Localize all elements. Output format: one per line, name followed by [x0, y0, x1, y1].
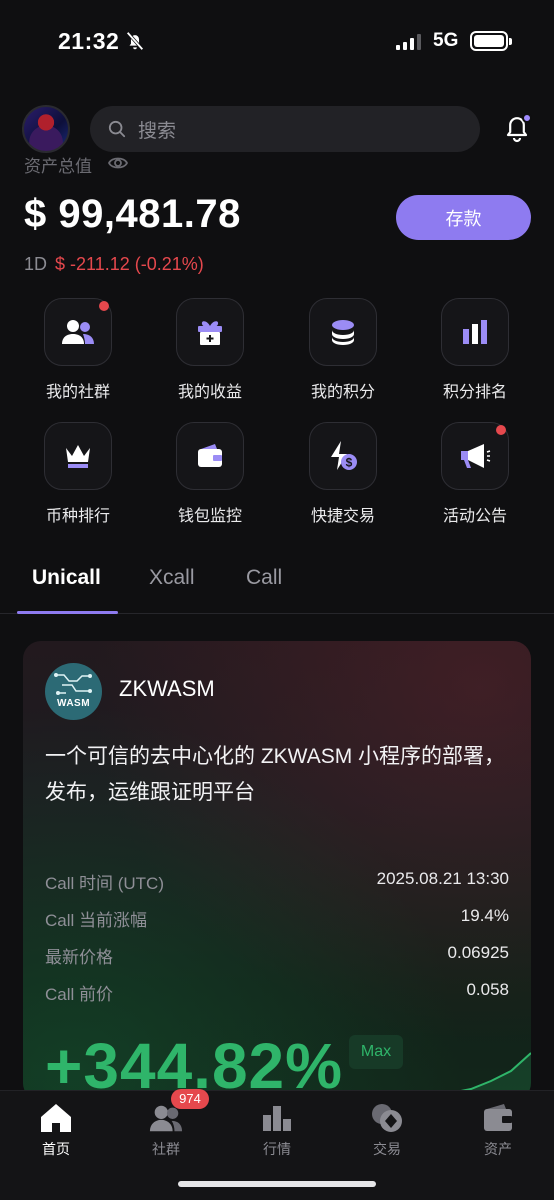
- detail-row: Call 当前涨幅 19.4%: [45, 906, 509, 930]
- crown-icon: [66, 445, 90, 468]
- grid-item-my-community[interactable]: 我的社群: [18, 298, 138, 402]
- eye-icon[interactable]: [108, 154, 128, 172]
- search-icon: [108, 120, 126, 138]
- project-name: ZKWASM: [119, 676, 215, 701]
- project-card[interactable]: WASM ZKWASM 一个可信的去中心化的 ZKWASM 小程序的部署，发布，…: [23, 641, 531, 1101]
- tab-call[interactable]: Call: [246, 566, 282, 590]
- max-badge: Max: [349, 1035, 403, 1069]
- nav-home[interactable]: 首页: [16, 1101, 96, 1159]
- notification-dot: [522, 113, 532, 123]
- total-balance: $ 99,481.78: [24, 192, 241, 236]
- grid-item-my-points[interactable]: 我的积分: [283, 298, 403, 402]
- active-tab-indicator: [17, 611, 118, 614]
- home-icon: [41, 1104, 71, 1132]
- bar-chart-icon: [463, 320, 487, 344]
- trade-icon: [372, 1104, 402, 1132]
- new-dot: [99, 301, 109, 311]
- home-indicator[interactable]: [178, 1181, 376, 1187]
- status-bar: 21:32 5G: [0, 0, 554, 90]
- market-icon: [263, 1106, 291, 1131]
- grid-item-quick-trade[interactable]: $ 快捷交易: [283, 422, 403, 526]
- network-type: 5G: [433, 30, 459, 51]
- grid-item-coin-ranking[interactable]: 币种排行: [18, 422, 138, 526]
- community-icon: [62, 320, 94, 344]
- wallet-icon: [198, 444, 222, 467]
- wallet-icon: [484, 1104, 512, 1131]
- grid-item-my-earnings[interactable]: 我的收益: [150, 298, 270, 402]
- detail-row: 最新价格 0.06925: [45, 943, 509, 967]
- change-value: $ -211.12 (-0.21%): [55, 254, 204, 274]
- nav-trade[interactable]: 交易: [347, 1101, 427, 1159]
- gift-icon: [198, 321, 222, 345]
- status-time: 21:32: [58, 28, 120, 54]
- detail-row: Call 时间 (UTC) 2025.08.21 13:30: [45, 869, 509, 893]
- cellular-signal-icon: [396, 34, 421, 50]
- battery-icon: [470, 31, 512, 51]
- logo-text: WASM: [56, 698, 91, 709]
- change-period: 1D: [24, 254, 48, 274]
- avatar[interactable]: [22, 105, 70, 153]
- search-input[interactable]: 搜索: [90, 106, 480, 152]
- svg-text:$: $: [346, 456, 353, 470]
- bell-muted-icon: [126, 31, 144, 51]
- lightning-dollar-icon: $: [331, 441, 357, 470]
- deposit-button[interactable]: 存款: [396, 195, 531, 240]
- community-badge: 974: [171, 1089, 209, 1109]
- circuit-logo-icon: [53, 673, 92, 695]
- nav-market[interactable]: 行情: [237, 1101, 317, 1159]
- search-placeholder: 搜索: [138, 120, 177, 142]
- grid-item-announcements[interactable]: 活动公告: [415, 422, 535, 526]
- assets-label: 资产总值: [24, 157, 92, 174]
- call-details: Call 时间 (UTC) 2025.08.21 13:30 Call 当前涨幅 1…: [45, 869, 509, 1017]
- megaphone-icon: [461, 444, 491, 468]
- daily-change: 1D $ -211.12 (-0.21%): [24, 254, 204, 275]
- notification-button[interactable]: [503, 113, 532, 143]
- project-logo: WASM: [45, 663, 102, 720]
- nav-assets[interactable]: 资产: [458, 1101, 538, 1159]
- coins-stack-icon: [332, 320, 354, 345]
- tab-xcall[interactable]: Xcall: [149, 566, 195, 590]
- nav-community[interactable]: 974 社群: [126, 1089, 209, 1159]
- tab-unicall[interactable]: Unicall: [32, 566, 101, 590]
- grid-item-wallet-monitor[interactable]: 钱包监控: [150, 422, 270, 526]
- project-description: 一个可信的去中心化的 ZKWASM 小程序的部署，发布，运维跟证明平台: [45, 745, 506, 804]
- detail-row: Call 前价 0.058: [45, 980, 509, 1004]
- call-tabs: Unicall Xcall Call: [0, 560, 554, 614]
- grid-item-points-ranking[interactable]: 积分排名: [415, 298, 535, 402]
- new-dot: [496, 425, 506, 435]
